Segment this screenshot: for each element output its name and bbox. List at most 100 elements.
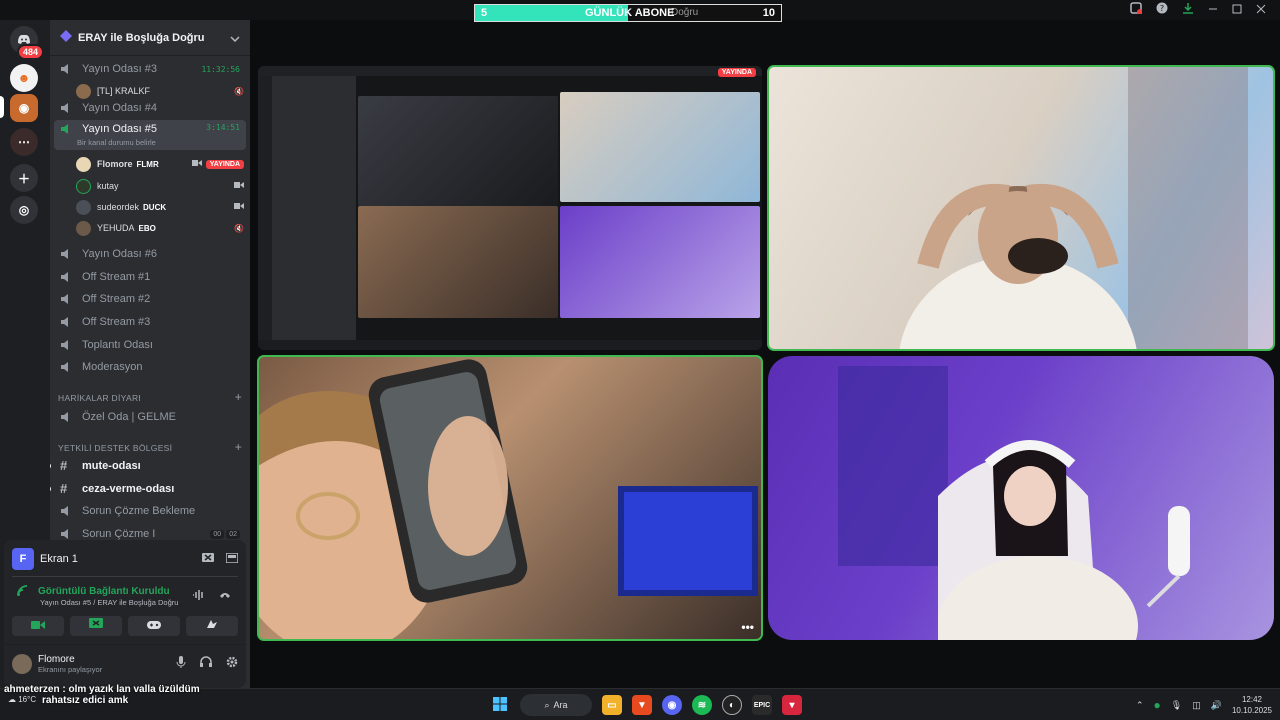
minimize-icon[interactable] [1208,1,1218,19]
settings-gear-icon[interactable] [226,655,238,673]
noise-suppression-icon[interactable] [192,588,206,606]
more-options-icon[interactable]: ••• [741,620,754,634]
voice-user[interactable]: kutay [76,176,244,196]
network-icon[interactable]: ◫ [1192,700,1201,711]
app-icon[interactable]: ▾ [782,695,802,715]
voice-channel[interactable]: Sorun Çözme Bekleme [54,500,246,522]
voice-channel[interactable]: Toplantı Odası [54,334,246,356]
system-clock[interactable]: 12:42 10.10.2025 [1232,694,1272,716]
live-badge: YAYINDA [717,68,756,77]
add-server-icon[interactable]: ＋ [10,164,38,192]
channel-status[interactable]: Bir kanal durumu belirle [77,138,156,147]
server-name: ERAY ile Boşluğa Doğru [78,31,205,44]
microphone-icon[interactable] [176,655,186,673]
stream-stage: YAYINDA ••• [250,20,1280,688]
voice-channel[interactable]: Yayın Odası #4 [54,97,246,119]
user-panel[interactable]: Flomore Ekranını paylaşıyor [12,648,238,680]
add-channel-icon[interactable]: + [235,441,242,453]
stream-tile-cam-phone[interactable]: ••• [257,355,763,641]
close-icon[interactable] [1256,1,1266,19]
epic-games-icon[interactable]: EPIC [752,695,772,715]
server-icon-1[interactable]: ☻ [10,64,38,92]
add-channel-icon[interactable]: + [235,391,242,403]
stream-tile-screen-share[interactable]: YAYINDA [258,66,762,350]
voice-location[interactable]: Yayın Odası #5 / ERAY ile Boşluğa Doğru [40,598,178,607]
goal-label: GÜNLÜK ABONE [585,7,675,19]
discover-icon[interactable]: ◎ [10,196,38,224]
shared-rail [258,76,272,340]
video-icon [191,159,202,169]
speaker-icon [60,528,74,540]
speaker-icon [60,505,74,517]
home-button[interactable]: 484 [10,26,44,60]
hash-icon: # [60,458,68,473]
voice-user[interactable]: Flomore FLMR YAYINDA [76,154,244,174]
voice-channel[interactable]: Off Stream #1 [54,266,246,288]
inbox-icon[interactable] [1130,1,1143,19]
voice-user[interactable]: sudeordek DUCK [76,197,244,217]
stream-tile-cam-girl[interactable] [768,356,1274,640]
microphone-icon[interactable]: 🎙 [1171,700,1182,711]
stop-stream-icon[interactable] [202,550,214,568]
chevron-up-icon[interactable]: ⌃ [1136,700,1144,711]
unread-indicator [50,463,51,469]
connection-status[interactable]: Görüntülü Bağlantı Kuruldu [16,584,170,599]
headphones-icon[interactable] [200,655,212,673]
voice-channel[interactable]: Off Stream #2 [54,288,246,310]
screen-name: Ekran 1 [40,553,78,565]
text-channel[interactable]: # mute-odası [54,455,246,477]
stream-tile-cam-man[interactable] [767,65,1275,351]
speaker-icon [60,102,74,114]
server-header[interactable]: ERAY ile Boşluğa Doğru [50,20,250,56]
help-icon[interactable]: ? [1156,1,1168,19]
disconnect-icon[interactable] [218,588,232,606]
goal-current: 5 [481,7,488,19]
steam-icon[interactable]: ◐ [722,695,742,715]
file-explorer-icon[interactable]: ▭ [602,695,622,715]
speaker-icon [60,316,74,328]
server-icon-active[interactable]: ◉ [10,94,38,122]
voice-channel[interactable]: Özel Oda | GELME [54,406,246,428]
voice-channel[interactable]: Yayın Odası #3 11:32:56 [54,58,246,80]
goal-target: 10 [762,7,775,19]
category-header[interactable]: HARİKALAR DİYARI + [58,391,242,403]
brave-browser-icon[interactable]: ▼ [632,695,652,715]
status-dot-icon[interactable]: ● [1154,698,1161,712]
camera-button[interactable] [12,616,64,636]
divider [12,576,238,577]
svg-text:?: ? [1160,4,1164,13]
server-boost-icon [60,29,72,47]
popout-icon[interactable] [225,550,239,568]
text-channel[interactable]: # ceza-verme-odası [54,478,246,500]
avatar [76,199,91,215]
maximize-icon[interactable] [1232,1,1242,19]
server-folder-icon[interactable]: ⋯ [10,128,38,156]
speaker-icon [60,248,74,260]
speaker-icon [60,361,74,373]
voice-channel[interactable]: Yayın Odası #6 [54,243,246,265]
selected-indicator [0,96,4,118]
screen-avatar: F [12,548,34,570]
voice-user[interactable]: YEHUDA EBO 🔇 [76,218,244,238]
download-icon[interactable] [1182,1,1194,19]
soundboard-icon [205,617,219,635]
muted-icon: 🔇 [234,86,244,96]
taskbar-search[interactable]: ⌕ Ara [520,694,592,716]
discord-app-icon[interactable]: ◉ [662,695,682,715]
voice-actions [12,616,238,636]
daily-subscriber-goal: Doğru 5 GÜNLÜK ABONE 10 [474,4,782,22]
shared-preview-man [560,92,760,202]
start-button[interactable] [490,695,510,715]
chat-overlay: ahmeterzen : olm yazık lan valla üzüldüm… [4,684,200,706]
volume-icon[interactable]: 🔊 [1211,700,1222,711]
screen-share-button[interactable] [70,616,122,636]
voice-channel[interactable]: Off Stream #3 [54,311,246,333]
shared-sidebar [272,76,356,340]
category-header[interactable]: YETKİLİ DESTEK BÖLGESİ + [58,441,242,453]
screen-share-row[interactable]: F Ekran 1 [12,548,239,570]
voice-channel[interactable]: Moderasyon [54,356,246,378]
soundboard-button[interactable] [186,616,238,636]
activity-button[interactable] [128,616,180,636]
spotify-icon[interactable]: ≋ [692,695,712,715]
windows-logo-icon [493,696,507,714]
